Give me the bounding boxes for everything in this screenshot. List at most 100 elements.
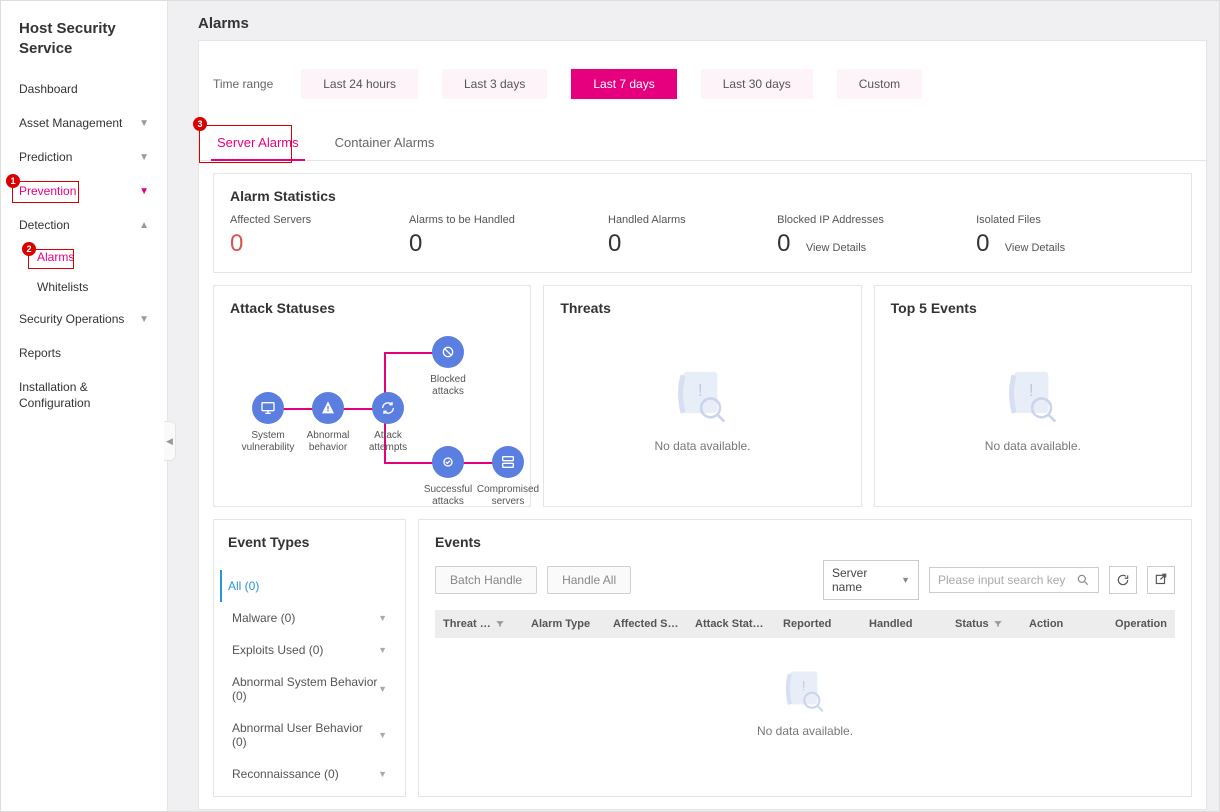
stat-affected-value: 0 [230,230,243,258]
nav-reports[interactable]: Reports [1,336,167,370]
event-types-title: Event Types [228,534,391,550]
th-alarm-type[interactable]: Alarm Type [523,610,605,638]
refresh-button[interactable] [1109,566,1137,594]
svg-text:!: ! [698,380,703,400]
server-icon [492,446,524,478]
sidebar: Host Security Service Dashboard Asset Ma… [1,1,168,811]
empty-icon: ! [998,365,1068,425]
search-icon [1076,573,1090,587]
events-card: Events Batch Handle Handle All Server na… [418,519,1192,797]
app-title: Host Security Service [1,11,167,72]
stat-blocked-value: 0 [777,230,790,258]
handle-all-button[interactable]: Handle All [547,566,631,594]
search-field-select[interactable]: Server name ▼ [823,560,919,600]
nav-installation-configuration[interactable]: Installation & Configuration [1,370,167,421]
time-chip-7d[interactable]: Last 7 days [571,69,676,99]
chevron-up-icon: ▲ [139,220,149,231]
batch-handle-button[interactable]: Batch Handle [435,566,537,594]
th-reported[interactable]: Reported [775,610,861,638]
attack-statuses-title: Attack Statuses [230,300,514,316]
th-status[interactable]: Status [947,610,1021,638]
stat-blocked-label: Blocked IP Addresses [777,214,976,226]
chevron-down-icon: ▼ [378,613,387,623]
filter-icon [993,619,1003,629]
time-chip-24h[interactable]: Last 24 hours [301,69,418,99]
time-range-row: Time range Last 24 hours Last 3 days Las… [199,41,1206,125]
event-types-card: Event Types All (0) Malware (0)▼ Exploit… [213,519,406,797]
time-chip-30d[interactable]: Last 30 days [701,69,813,99]
nav-dashboard[interactable]: Dashboard [1,72,167,106]
node-successful-attacks: Successful attacks [416,484,480,508]
event-type-all[interactable]: All (0) [220,570,391,602]
time-range-label: Time range [213,77,273,91]
stat-blocked-link[interactable]: View Details [806,242,866,254]
refresh-icon [1116,573,1130,587]
th-operation[interactable]: Operation [1107,610,1175,638]
bug-blocked-icon [432,336,464,368]
bug-success-icon [432,446,464,478]
chevron-down-icon: ▼ [139,314,149,325]
th-handled[interactable]: Handled [861,610,947,638]
chevron-down-icon: ▼ [378,684,387,694]
top-events-empty-text: No data available. [985,439,1081,453]
alarm-tabs: 3 Server Alarms Container Alarms [199,125,1206,161]
node-abnormal-behavior: Abnormal behavior [296,430,360,454]
svg-text:!: ! [1029,380,1034,400]
annotation-badge-2: 2 [22,242,36,256]
node-blocked-attacks: Blocked attacks [416,374,480,398]
events-empty-text: No data available. [757,724,853,738]
node-system-vulnerability: System vulnerability [236,430,300,454]
chevron-down-icon: ▼ [378,730,387,740]
recycle-icon [372,392,404,424]
collapse-sidebar-icon[interactable]: ◀ [164,421,176,461]
tab-container-alarms[interactable]: Container Alarms [317,125,453,160]
search-input[interactable]: Please input search key [929,567,1099,593]
monitor-icon [252,392,284,424]
stat-handled-value: 0 [608,230,621,258]
nav-security-operations[interactable]: Security Operations▼ [1,302,167,336]
threats-card: Threats ! No data available. [543,285,861,507]
chevron-down-icon: ▼ [139,152,149,163]
th-affected[interactable]: Affected S… [605,610,687,638]
chevron-down-icon: ▼ [139,186,149,197]
stat-isolated-label: Isolated Files [976,214,1175,226]
node-attack-attempts: Attack attempts [356,430,420,454]
nav-whitelists[interactable]: Whitelists [1,272,167,302]
alarm-statistics-title: Alarm Statistics [230,188,1175,204]
stat-tohandle-value: 0 [409,230,422,258]
annotation-box-1 [12,181,79,203]
chevron-down-icon: ▼ [139,118,149,129]
empty-icon: ! [776,666,834,714]
alarm-statistics-card: Alarm Statistics Affected Servers 0 Alar… [213,173,1192,273]
export-icon [1154,573,1168,587]
events-table: Threat … Alarm Type Affected S… Attack S… [435,610,1175,744]
stat-isolated-link[interactable]: View Details [1005,242,1065,254]
time-chip-custom[interactable]: Custom [837,69,922,99]
content-area: Time range Last 24 hours Last 3 days Las… [198,40,1207,810]
nav-detection[interactable]: Detection▲ [1,208,167,242]
filter-icon [495,619,505,629]
time-chip-3d[interactable]: Last 3 days [442,69,547,99]
th-action[interactable]: Action [1021,610,1107,638]
event-type-abn-system[interactable]: Abnormal System Behavior (0)▼ [228,666,391,712]
event-type-abn-user[interactable]: Abnormal User Behavior (0)▼ [228,712,391,758]
event-type-recon[interactable]: Reconnaissance (0)▼ [228,758,391,790]
event-type-malware[interactable]: Malware (0)▼ [228,602,391,634]
th-attack-status[interactable]: Attack Stat… [687,610,775,638]
nav-prediction[interactable]: Prediction▼ [1,140,167,174]
threats-title: Threats [560,300,844,316]
nav-asset-management[interactable]: Asset Management▼ [1,106,167,140]
annotation-badge-3: 3 [193,117,207,131]
node-compromised-servers: Compromised servers [476,484,540,508]
chevron-down-icon: ▼ [378,645,387,655]
export-button[interactable] [1147,566,1175,594]
chevron-down-icon: ▼ [901,575,910,585]
empty-icon: ! [667,365,737,425]
svg-text:!: ! [802,679,806,694]
stat-isolated-value: 0 [976,230,989,258]
top-events-card: Top 5 Events ! No data available. [874,285,1192,507]
stat-tohandle-label: Alarms to be Handled [409,214,608,226]
event-type-exploits[interactable]: Exploits Used (0)▼ [228,634,391,666]
th-threat[interactable]: Threat … [435,610,523,638]
alert-icon [312,392,344,424]
